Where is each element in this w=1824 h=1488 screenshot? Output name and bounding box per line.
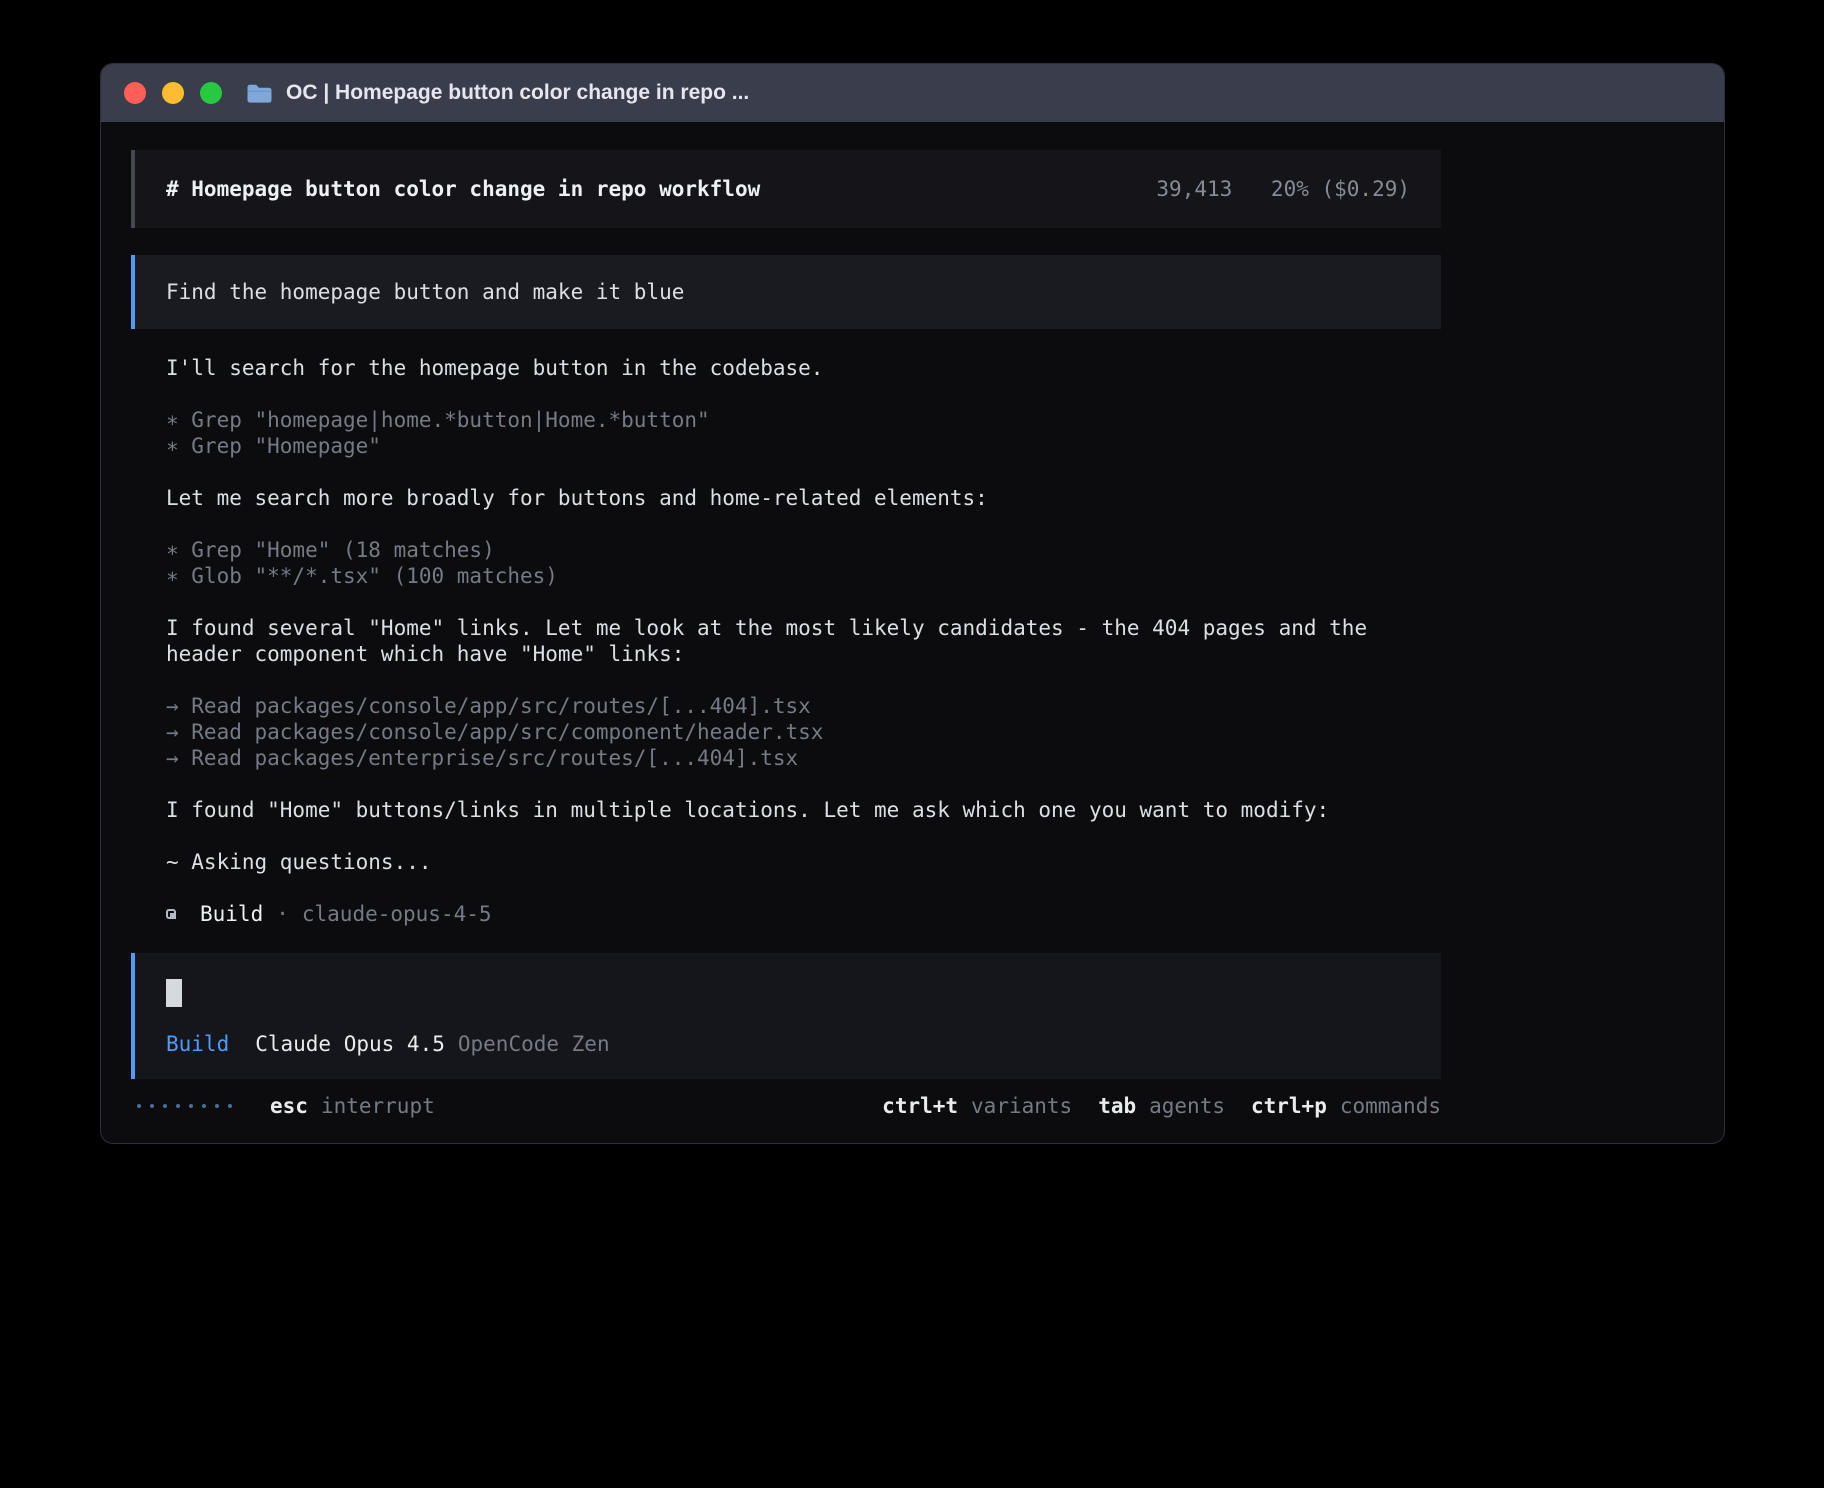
folder-icon [246, 83, 273, 104]
esc-key-hint: esc [270, 1093, 308, 1119]
context-usage: 20% ($0.29) [1271, 177, 1410, 201]
shortcut-key: ctrl+p [1251, 1093, 1327, 1119]
text-cursor [166, 979, 182, 1007]
agent-status-line: Build · claude-opus-4-5 [131, 901, 1441, 927]
shortcut-label: agents [1149, 1093, 1225, 1119]
grep-tool-call: ∗ Grep "homepage|home.*button|Home.*butt… [166, 407, 1441, 433]
read-tool-call: → Read packages/console/app/src/componen… [166, 719, 1441, 745]
provider-label: OpenCode Zen [458, 1031, 610, 1057]
glob-tool-call: ∗ Glob "**/*.tsx" (100 matches) [166, 563, 1441, 589]
grep-tool-call: ∗ Grep "Homepage" [166, 433, 1441, 459]
shortcut-label: variants [971, 1093, 1072, 1119]
tool-call-group: ∗ Grep "Home" (18 matches) ∗ Glob "**/*.… [131, 537, 1441, 589]
agent-model: claude-opus-4-5 [302, 901, 492, 927]
minimize-button[interactable] [162, 82, 184, 104]
tool-call-group: ∗ Grep "homepage|home.*button|Home.*butt… [131, 407, 1441, 459]
input-meta-row: Build Claude Opus 4.5 OpenCode Zen [166, 1031, 1410, 1057]
traffic-lights [124, 82, 222, 104]
desktop-background: OC | Homepage button color change in rep… [0, 0, 1824, 1488]
shortcut-label: commands [1340, 1093, 1441, 1119]
read-tool-call: → Read packages/enterprise/src/routes/[.… [166, 745, 1441, 771]
shortcut-variants: ctrl+t variants [882, 1093, 1072, 1119]
prompt-input[interactable]: Build Claude Opus 4.5 OpenCode Zen [131, 953, 1441, 1079]
terminal-window: OC | Homepage button color change in rep… [100, 63, 1725, 1144]
shortcut-key: tab [1098, 1093, 1136, 1119]
shortcut-key: ctrl+t [882, 1093, 958, 1119]
zoom-button[interactable] [200, 82, 222, 104]
agent-separator: · [276, 901, 289, 927]
user-message-text: Find the homepage button and make it blu… [166, 280, 684, 304]
shortcut-agents: tab agents [1098, 1093, 1225, 1119]
close-button[interactable] [124, 82, 146, 104]
session-header: # Homepage button color change in repo w… [131, 150, 1441, 228]
token-count: 39,413 [1156, 177, 1232, 201]
assistant-text: Let me search more broadly for buttons a… [131, 485, 1441, 511]
shortcut-commands: ctrl+p commands [1251, 1093, 1441, 1119]
assistant-text: I found "Home" buttons/links in multiple… [131, 797, 1441, 823]
terminal-content: # Homepage button color change in repo w… [101, 122, 1441, 1119]
session-stats: 39,413 20% ($0.29) [1156, 176, 1410, 202]
model-label: Claude Opus 4.5 [255, 1031, 445, 1057]
statusbar: esc interrupt ctrl+t variants tab agents… [131, 1093, 1441, 1119]
interrupt-label: interrupt [321, 1093, 435, 1119]
agent-icon [166, 909, 176, 919]
read-tool-call: → Read packages/console/app/src/routes/[… [166, 693, 1441, 719]
assistant-text: I found several "Home" links. Let me loo… [131, 615, 1441, 667]
window-title: OC | Homepage button color change in rep… [286, 81, 749, 105]
agent-name: Build [200, 901, 263, 927]
tool-call-group: → Read packages/console/app/src/routes/[… [131, 693, 1441, 771]
spinner-dots [137, 1104, 232, 1108]
session-title: # Homepage button color change in repo w… [166, 176, 760, 202]
statusbar-right: ctrl+t variants tab agents ctrl+p comman… [882, 1093, 1441, 1119]
user-message: Find the homepage button and make it blu… [131, 255, 1441, 329]
agent-mode-label[interactable]: Build [166, 1031, 229, 1057]
grep-tool-call: ∗ Grep "Home" (18 matches) [166, 537, 1441, 563]
status-asking-questions: ~ Asking questions... [131, 849, 1441, 875]
titlebar[interactable]: OC | Homepage button color change in rep… [101, 64, 1724, 122]
statusbar-left: esc interrupt [137, 1093, 435, 1119]
assistant-text: I'll search for the homepage button in t… [131, 355, 1441, 381]
